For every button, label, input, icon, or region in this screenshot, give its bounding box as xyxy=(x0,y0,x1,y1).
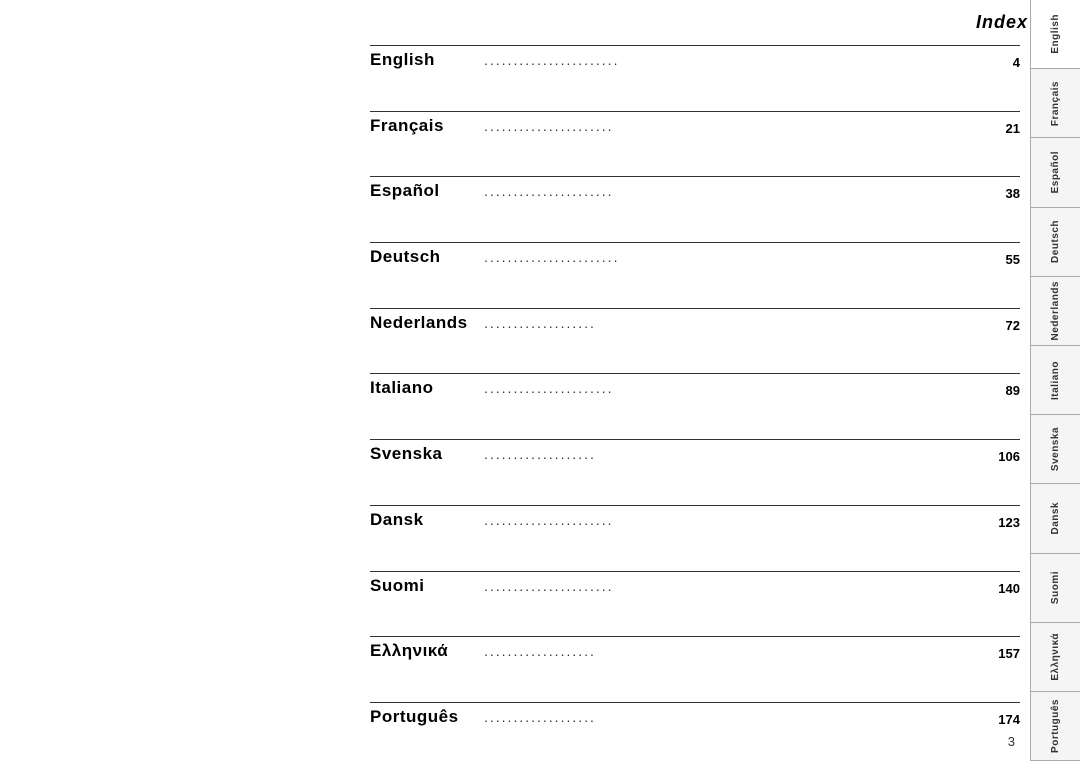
page-number: 3 xyxy=(1008,734,1015,749)
tab-label: Suomi xyxy=(1050,571,1061,604)
entry-page: 123 xyxy=(990,515,1020,530)
tab-label: Español xyxy=(1050,151,1061,193)
tab-item-italiano[interactable]: Italiano xyxy=(1031,346,1080,415)
entry-dots: ...................... xyxy=(480,118,990,136)
index-entry: Français......................21 xyxy=(370,111,1020,140)
tab-item-franais[interactable]: Français xyxy=(1031,69,1080,138)
entry-page: 174 xyxy=(990,712,1020,727)
tab-item-suomi[interactable]: Suomi xyxy=(1031,554,1080,623)
tab-item-english[interactable]: English xyxy=(1031,0,1080,69)
entry-page: 106 xyxy=(990,449,1020,464)
index-entry: English.......................4 xyxy=(370,45,1020,74)
index-entry: Italiano......................89 xyxy=(370,373,1020,402)
entry-dots: ...................... xyxy=(480,512,990,530)
entry-dots: ................... xyxy=(480,446,990,464)
tab-label: Français xyxy=(1050,81,1061,126)
tab-label: Ελληνικά xyxy=(1050,633,1061,681)
tab-item-svenska[interactable]: Svenska xyxy=(1031,415,1080,484)
entry-page: 89 xyxy=(990,383,1020,398)
tab-label: Svenska xyxy=(1050,427,1061,471)
entry-page: 38 xyxy=(990,186,1020,201)
entry-page: 157 xyxy=(990,646,1020,661)
entry-dots: ................... xyxy=(480,643,990,661)
entry-page: 55 xyxy=(990,252,1020,267)
index-entry: Svenska...................106 xyxy=(370,439,1020,468)
entry-label: Português xyxy=(370,707,480,727)
entry-dots: ...................... xyxy=(480,578,990,596)
tab-label: Italiano xyxy=(1050,361,1061,400)
entry-label: Français xyxy=(370,116,480,136)
index-title: Index xyxy=(976,12,1028,33)
index-entry: Ελληνικά...................157 xyxy=(370,636,1020,665)
entry-label: Ελληνικά xyxy=(370,641,480,661)
tab-label: Dansk xyxy=(1050,502,1061,535)
entry-dots: ....................... xyxy=(480,52,990,70)
tab-item-nederlands[interactable]: Nederlands xyxy=(1031,277,1080,346)
index-list: English.......................4Français.… xyxy=(370,45,1020,731)
entry-page: 140 xyxy=(990,581,1020,596)
tab-strip: English Français Español Deutsch Nederlands I… xyxy=(1030,0,1080,761)
tab-item-espaol[interactable]: Español xyxy=(1031,138,1080,207)
tab-item-deutsch[interactable]: Deutsch xyxy=(1031,208,1080,277)
tab-label: Deutsch xyxy=(1050,220,1061,263)
index-entry: Deutsch.......................55 xyxy=(370,242,1020,271)
page-container: Index English.......................4Fra… xyxy=(0,0,1080,761)
tab-item-[interactable]: Ελληνικά xyxy=(1031,623,1080,692)
tab-item-portugus[interactable]: Português xyxy=(1031,692,1080,761)
entry-label: Español xyxy=(370,181,480,201)
entry-page: 72 xyxy=(990,318,1020,333)
tab-item-dansk[interactable]: Dansk xyxy=(1031,484,1080,553)
entry-label: Suomi xyxy=(370,576,480,596)
entry-dots: ...................... xyxy=(480,183,990,201)
entry-label: English xyxy=(370,50,480,70)
index-entry: Português...................174 xyxy=(370,702,1020,731)
entry-dots: ................... xyxy=(480,315,990,333)
index-entry: Dansk......................123 xyxy=(370,505,1020,534)
index-entry: Suomi......................140 xyxy=(370,571,1020,600)
entry-dots: ....................... xyxy=(480,249,990,267)
entry-label: Dansk xyxy=(370,510,480,530)
tab-label: English xyxy=(1050,14,1061,54)
entry-label: Svenska xyxy=(370,444,480,464)
index-entry: Nederlands...................72 xyxy=(370,308,1020,337)
entry-page: 4 xyxy=(990,55,1020,70)
entry-label: Nederlands xyxy=(370,313,480,333)
tab-label: Nederlands xyxy=(1050,281,1061,340)
entry-label: Deutsch xyxy=(370,247,480,267)
entry-dots: ................... xyxy=(480,709,990,727)
entry-page: 21 xyxy=(990,121,1020,136)
index-entry: Español......................38 xyxy=(370,176,1020,205)
entry-dots: ...................... xyxy=(480,380,990,398)
tab-label: Português xyxy=(1050,699,1061,753)
entry-label: Italiano xyxy=(370,378,480,398)
